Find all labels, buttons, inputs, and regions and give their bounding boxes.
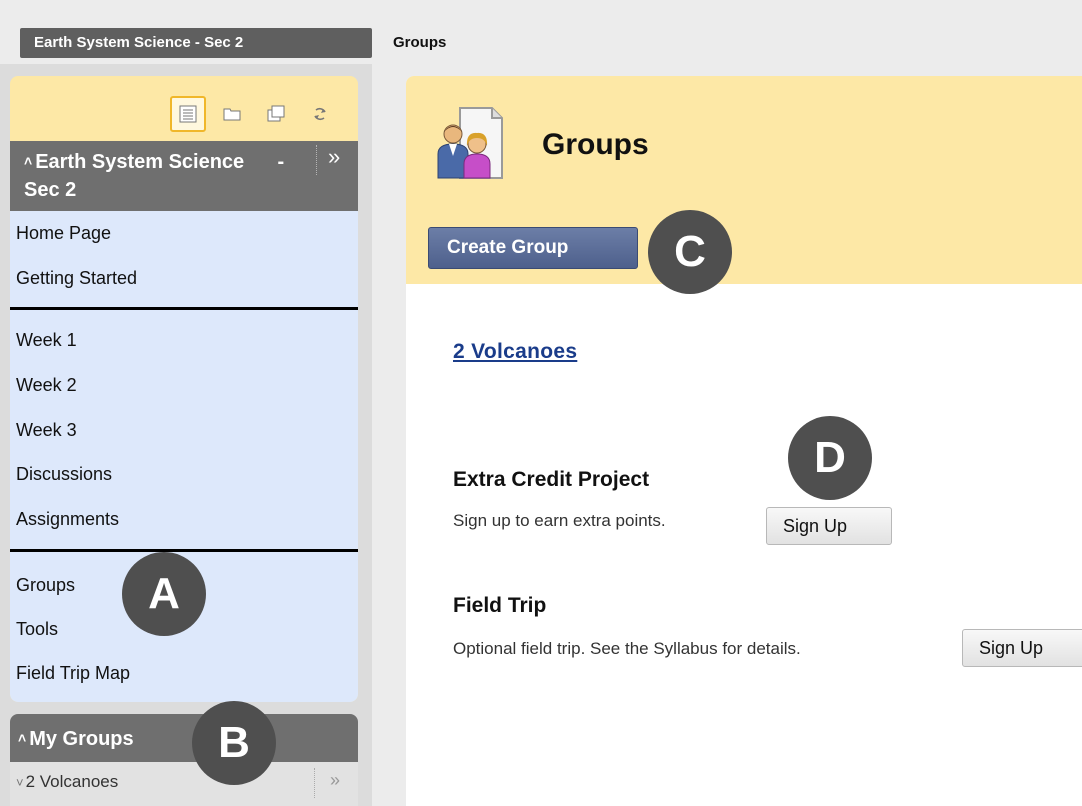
callout-marker-b: B bbox=[192, 701, 276, 785]
breadcrumb-bar: Earth System Science - Sec 2 Groups bbox=[0, 0, 1082, 64]
my-groups-panel: ˄ My Groups ˅ 2 Volcanoes » bbox=[10, 714, 358, 806]
collapse-caret-icon: ˄ bbox=[18, 730, 27, 746]
callout-marker-c: C bbox=[648, 210, 732, 294]
menu-divider bbox=[10, 307, 358, 310]
my-groups-item-text: 2 Volcanoes bbox=[25, 772, 119, 791]
create-group-button[interactable]: Create Group bbox=[428, 227, 638, 269]
menu-item-assignments[interactable]: Assignments bbox=[16, 507, 119, 531]
sign-up-button[interactable]: Sign Up bbox=[962, 629, 1082, 667]
refresh-icon[interactable] bbox=[302, 96, 338, 132]
signup-sheet-title: Field Trip bbox=[453, 594, 547, 617]
expand-menu-icon[interactable]: » bbox=[328, 143, 340, 171]
content-area: Groups Create Group 2 Volcanoes Extra Cr… bbox=[406, 76, 1082, 806]
menu-item-discussions[interactable]: Discussions bbox=[16, 462, 112, 486]
content-header: Groups Create Group bbox=[406, 76, 1082, 284]
new-window-icon[interactable] bbox=[258, 96, 294, 132]
breadcrumb-course[interactable]: Earth System Science - Sec 2 bbox=[20, 28, 372, 58]
expand-caret-icon: ˅ bbox=[16, 775, 24, 790]
menu-item-week-2[interactable]: Week 2 bbox=[16, 373, 77, 397]
menu-divider bbox=[10, 549, 358, 552]
course-menu-title-text: Earth System Science - Sec 2 bbox=[24, 151, 285, 201]
sign-up-button[interactable]: Sign Up bbox=[766, 507, 892, 545]
breadcrumb-page: Groups bbox=[393, 34, 447, 51]
menu-item-field-trip-map[interactable]: Field Trip Map bbox=[16, 661, 130, 685]
menu-item-week-1[interactable]: Week 1 bbox=[16, 328, 77, 352]
course-menu-title: ˄ Earth System Science - Sec 2 bbox=[24, 147, 314, 204]
collapse-caret-icon: ˄ bbox=[24, 153, 33, 169]
menu-item-week-3[interactable]: Week 3 bbox=[16, 418, 77, 442]
signup-sheet-title: Extra Credit Project bbox=[453, 468, 650, 491]
my-groups-item[interactable]: ˅ 2 Volcanoes » bbox=[10, 762, 358, 806]
menu-item-tools[interactable]: Tools bbox=[16, 617, 58, 641]
callout-marker-d: D bbox=[788, 416, 872, 500]
list-view-icon[interactable] bbox=[170, 96, 206, 132]
item-separator bbox=[314, 768, 315, 798]
menu-item-getting-started[interactable]: Getting Started bbox=[16, 266, 137, 290]
groups-icon bbox=[430, 102, 510, 182]
page-title: Groups bbox=[542, 128, 649, 161]
menu-toolbar bbox=[170, 92, 338, 136]
my-groups-title-text: My Groups bbox=[29, 728, 134, 750]
signup-sheet-description: Optional field trip. See the Syllabus fo… bbox=[453, 639, 801, 658]
my-groups-header[interactable]: ˄ My Groups bbox=[10, 714, 358, 762]
signup-sheet-description: Sign up to earn extra points. bbox=[453, 511, 666, 530]
folder-view-icon[interactable] bbox=[214, 96, 250, 132]
menu-item-groups[interactable]: Groups bbox=[16, 573, 75, 597]
menu-item-home-page[interactable]: Home Page bbox=[16, 221, 111, 245]
course-menu-header[interactable]: ˄ Earth System Science - Sec 2 » bbox=[10, 141, 358, 211]
my-groups-title: ˄ My Groups bbox=[18, 728, 134, 751]
header-separator bbox=[316, 145, 317, 175]
expand-group-icon[interactable]: » bbox=[330, 770, 340, 791]
callout-marker-a: A bbox=[122, 552, 206, 636]
group-link-2-volcanoes[interactable]: 2 Volcanoes bbox=[453, 340, 577, 364]
my-groups-item-label: ˅ 2 Volcanoes bbox=[16, 772, 118, 792]
